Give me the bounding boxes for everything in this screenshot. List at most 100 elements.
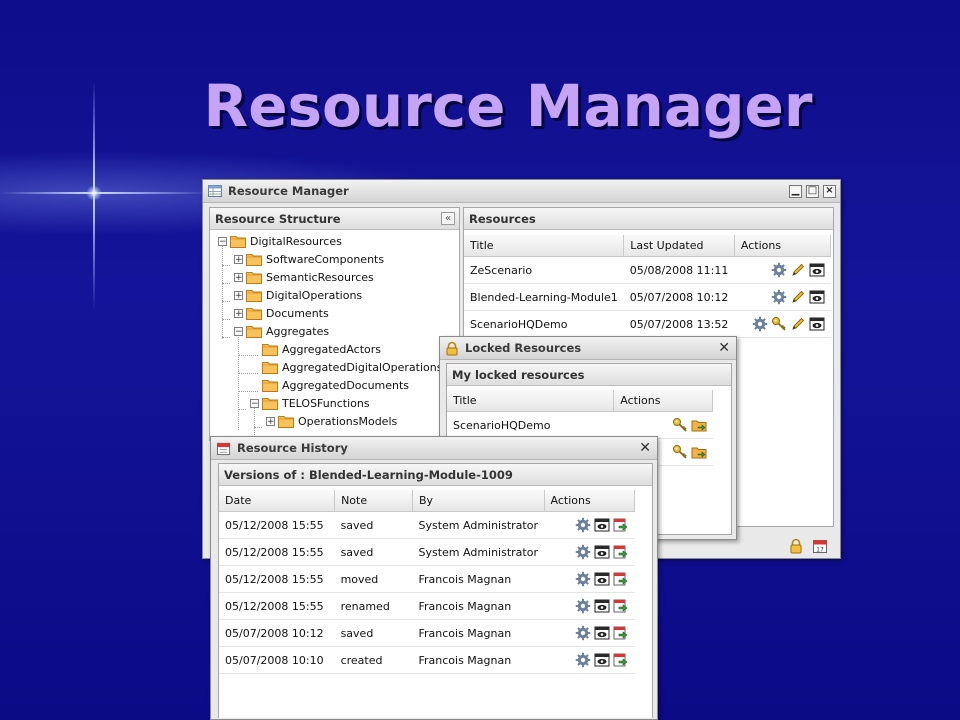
gear-icon[interactable] xyxy=(752,316,768,332)
folder-icon xyxy=(246,324,263,338)
history-note: moved xyxy=(334,565,413,593)
table-window-icon xyxy=(208,185,222,197)
key-icon[interactable] xyxy=(771,316,787,332)
maximize-button[interactable]: □ xyxy=(806,184,819,198)
resource-last-updated: 05/07/2008 10:12 xyxy=(623,283,735,311)
column-header-by[interactable]: By xyxy=(412,490,545,512)
tree-node-label: Aggregates xyxy=(266,324,330,338)
table-row[interactable]: Blended-Learning-Module1 05/07/2008 10:12 xyxy=(464,283,831,311)
table-row[interactable]: 05/12/2008 15:55 saved System Administrato… xyxy=(219,511,635,539)
tree-node[interactable]: − Aggregates xyxy=(234,322,329,340)
view-icon[interactable] xyxy=(809,316,825,332)
export-icon[interactable] xyxy=(613,625,629,641)
pencil-icon[interactable] xyxy=(790,316,806,332)
view-icon[interactable] xyxy=(809,262,825,278)
view-icon[interactable] xyxy=(594,652,610,668)
resource-history-titlebar[interactable]: Resource History ✕ xyxy=(211,437,657,460)
calendar-icon[interactable]: 17 xyxy=(812,538,828,554)
export-icon[interactable] xyxy=(613,544,629,560)
gear-icon[interactable] xyxy=(575,652,591,668)
column-header-last-updated[interactable]: Last Updated xyxy=(623,235,735,257)
column-header-date[interactable]: Date xyxy=(219,490,336,512)
export-icon[interactable] xyxy=(613,571,629,587)
tree-node[interactable]: AggregatedDocuments xyxy=(250,376,409,394)
tree-node[interactable]: + SoftwareComponents xyxy=(234,250,384,268)
expand-toggle[interactable]: + xyxy=(234,308,243,318)
minimize-button[interactable]: ▁ xyxy=(789,184,802,198)
expand-toggle[interactable]: + xyxy=(234,272,243,282)
close-icon[interactable]: ✕ xyxy=(639,441,651,455)
folder-arrow-icon[interactable] xyxy=(691,444,707,460)
history-note: created xyxy=(334,646,413,674)
export-icon[interactable] xyxy=(613,517,629,533)
history-by: Francois Magnan xyxy=(412,565,544,593)
tree-node[interactable]: AggregatedDigitalOperations xyxy=(250,358,442,376)
collapse-panel-button[interactable]: « xyxy=(441,212,455,225)
gear-icon[interactable] xyxy=(771,289,787,305)
tree-node-label: AggregatedDocuments xyxy=(282,378,410,392)
pencil-icon[interactable] xyxy=(790,262,806,278)
tree-node[interactable]: + Documents xyxy=(234,304,329,322)
gear-icon[interactable] xyxy=(575,625,591,641)
tree-node[interactable]: − DigitalResources xyxy=(218,232,342,250)
column-header-actions[interactable]: Actions xyxy=(734,235,832,257)
svg-text:17: 17 xyxy=(816,547,824,554)
lock-icon[interactable] xyxy=(788,538,804,554)
history-table: Date Note By Actions 05/12/2008 15:55 sav… xyxy=(219,490,635,674)
table-row[interactable]: ScenarioHQDemo xyxy=(447,411,713,439)
table-row[interactable]: ZeScenario 05/08/2008 11:11 xyxy=(464,256,831,284)
key-icon[interactable] xyxy=(672,444,688,460)
lock-icon xyxy=(445,341,459,356)
gear-icon[interactable] xyxy=(771,262,787,278)
tree-node[interactable]: + OperationsModels xyxy=(266,412,397,430)
table-row[interactable]: ScenarioHQDemo 05/07/2008 13:52 xyxy=(464,310,831,338)
close-icon[interactable]: ✕ xyxy=(718,341,730,355)
resource-title: ScenarioHQDemo xyxy=(464,310,624,338)
gear-icon[interactable] xyxy=(575,544,591,560)
expand-toggle[interactable]: + xyxy=(266,416,275,426)
table-row[interactable]: 05/07/2008 10:10 created Francois Magnan xyxy=(219,646,635,674)
column-header-note[interactable]: Note xyxy=(334,490,413,512)
view-icon[interactable] xyxy=(594,571,610,587)
close-button[interactable]: × xyxy=(823,184,836,198)
view-icon[interactable] xyxy=(809,289,825,305)
pencil-icon[interactable] xyxy=(790,289,806,305)
gear-icon[interactable] xyxy=(575,598,591,614)
tree-node-label: DigitalResources xyxy=(250,234,342,248)
table-row[interactable]: 05/12/2008 15:55 saved System Administrato… xyxy=(219,538,635,566)
tree-node[interactable]: + DigitalOperations xyxy=(234,286,362,304)
tree-node[interactable]: − TELOSFunctions xyxy=(250,394,370,412)
collapse-toggle[interactable]: − xyxy=(234,326,243,336)
gear-icon[interactable] xyxy=(575,571,591,587)
expand-toggle[interactable]: + xyxy=(234,254,243,264)
table-row[interactable]: 05/12/2008 15:55 renamed Francois Magnan xyxy=(219,592,635,620)
resource-title: Blended-Learning-Module1 xyxy=(464,283,624,311)
view-icon[interactable] xyxy=(594,598,610,614)
column-header-title[interactable]: Title xyxy=(464,235,625,257)
view-icon[interactable] xyxy=(594,517,610,533)
collapse-toggle[interactable]: − xyxy=(250,398,259,408)
view-icon[interactable] xyxy=(594,625,610,641)
tree-node[interactable]: + SemanticResources xyxy=(234,268,374,286)
folder-arrow-icon[interactable] xyxy=(691,417,707,433)
tree-node-label: SoftwareComponents xyxy=(266,252,385,266)
gear-icon[interactable] xyxy=(575,517,591,533)
folder-icon xyxy=(246,270,263,284)
expand-toggle[interactable]: + xyxy=(234,290,243,300)
table-row[interactable]: 05/12/2008 15:55 moved Francois Magnan xyxy=(219,565,635,593)
key-icon[interactable] xyxy=(672,417,688,433)
tree-node[interactable]: AggregatedActors xyxy=(250,340,381,358)
folder-icon xyxy=(262,360,279,374)
folder-icon xyxy=(262,342,279,356)
collapse-toggle[interactable]: − xyxy=(218,236,227,246)
export-icon[interactable] xyxy=(613,652,629,668)
table-row[interactable]: 05/07/2008 10:12 saved Francois Magnan xyxy=(219,619,635,647)
view-icon[interactable] xyxy=(594,544,610,560)
export-icon[interactable] xyxy=(613,598,629,614)
column-header-actions[interactable]: Actions xyxy=(613,390,713,412)
locked-resources-titlebar[interactable]: Locked Resources ✕ xyxy=(440,337,736,360)
history-by: System Administrator xyxy=(412,538,544,566)
resource-manager-titlebar[interactable]: Resource Manager ▁ □ × xyxy=(203,180,840,203)
column-header-actions[interactable]: Actions xyxy=(544,490,635,512)
column-header-title[interactable]: Title xyxy=(447,390,615,412)
